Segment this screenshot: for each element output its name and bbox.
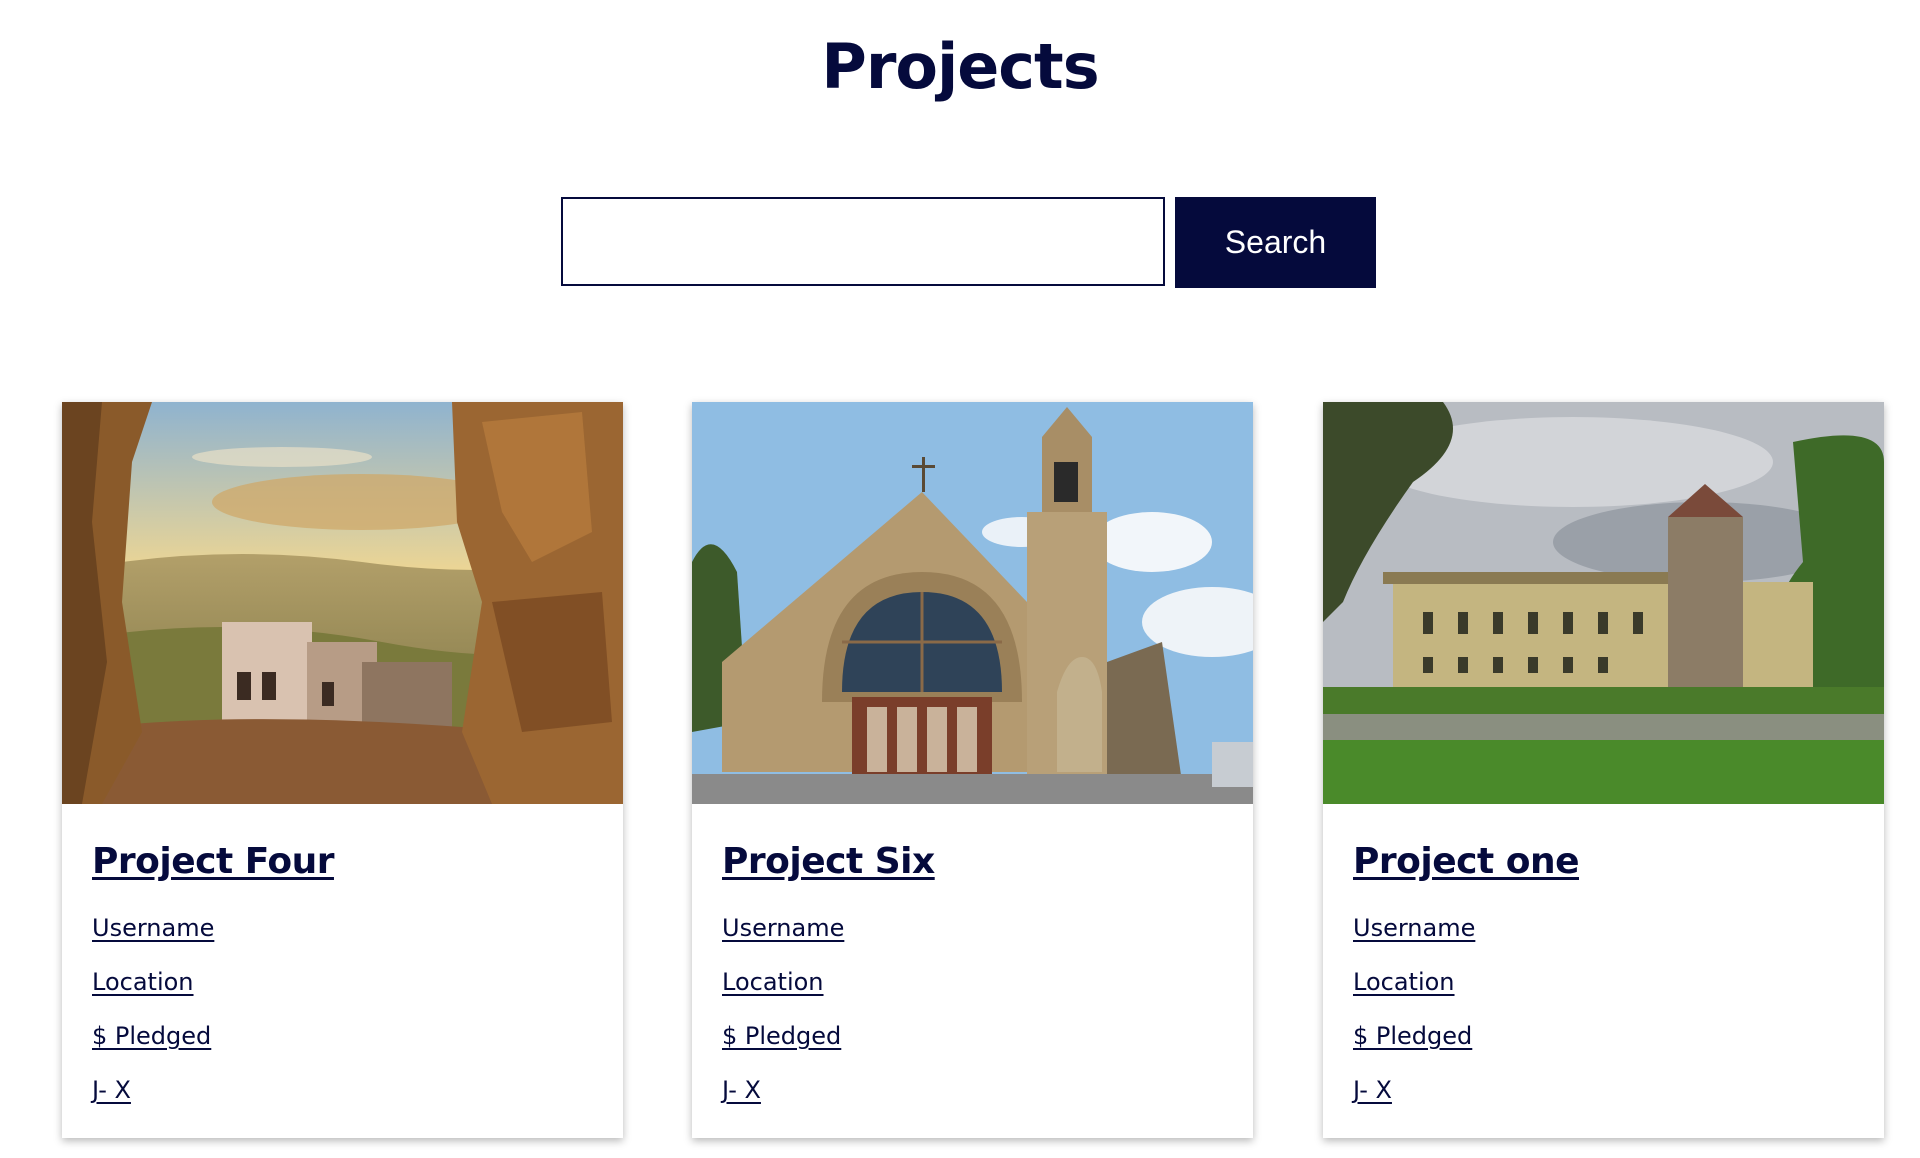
- pledged-link[interactable]: $ Pledged: [1353, 1020, 1854, 1074]
- project-title-link[interactable]: Project Four: [92, 841, 593, 882]
- project-card: Project Four Username Location $ Pledged…: [62, 402, 623, 1138]
- project-title-link[interactable]: Project one: [1353, 841, 1854, 882]
- username-link[interactable]: Username: [722, 912, 1223, 966]
- location-link[interactable]: Location: [722, 966, 1223, 1020]
- search-button[interactable]: Search: [1175, 197, 1376, 288]
- project-image[interactable]: [62, 402, 623, 804]
- page-title: Projects: [821, 30, 1099, 103]
- project-image[interactable]: [692, 402, 1253, 804]
- search-bar: Search: [561, 197, 1376, 288]
- pledged-link[interactable]: $ Pledged: [92, 1020, 593, 1074]
- username-link[interactable]: Username: [92, 912, 593, 966]
- project-card: Project one Username Location $ Pledged …: [1323, 402, 1884, 1138]
- pledged-link[interactable]: $ Pledged: [722, 1020, 1223, 1074]
- project-title-link[interactable]: Project Six: [722, 841, 1223, 882]
- username-link[interactable]: Username: [1353, 912, 1854, 966]
- project-card: Project Six Username Location $ Pledged …: [692, 402, 1253, 1138]
- location-link[interactable]: Location: [92, 966, 593, 1020]
- extra-link[interactable]: J- X: [722, 1074, 1223, 1128]
- extra-link[interactable]: J- X: [92, 1074, 593, 1128]
- search-input[interactable]: [561, 197, 1165, 286]
- extra-link[interactable]: J- X: [1353, 1074, 1854, 1128]
- location-link[interactable]: Location: [1353, 966, 1854, 1020]
- project-image[interactable]: [1323, 402, 1884, 804]
